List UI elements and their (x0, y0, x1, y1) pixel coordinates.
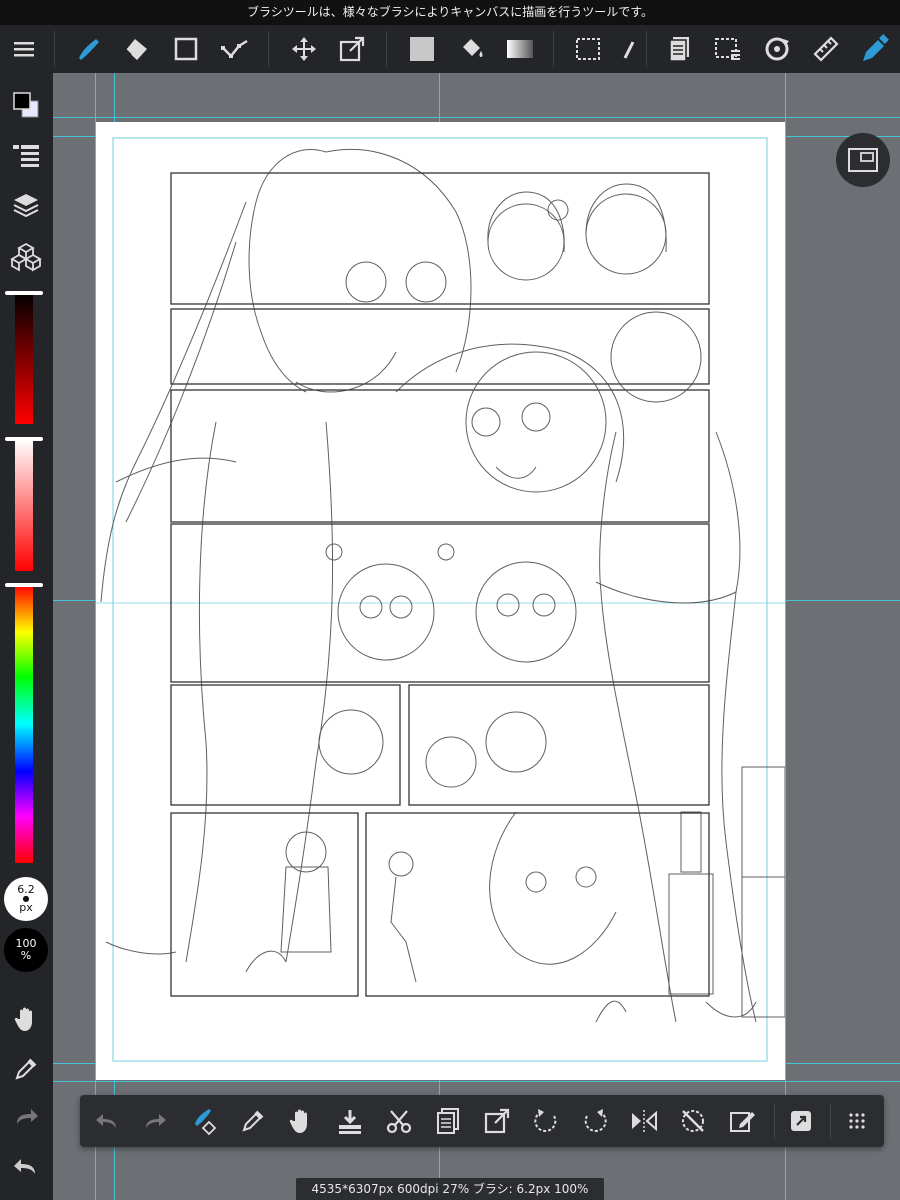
tool-hint-bar: ブラシツールは、様々なブラシによりキャンバスに描画を行うツールです。 (0, 0, 900, 25)
brush-icon[interactable] (68, 29, 108, 69)
hand-icon[interactable] (281, 1101, 321, 1141)
layers-icon[interactable] (6, 186, 46, 226)
undo-icon[interactable] (87, 1101, 127, 1141)
canvas-paper[interactable] (96, 122, 786, 1080)
gradient-icon[interactable] (500, 29, 540, 69)
flip-icon[interactable] (624, 1101, 664, 1141)
hue-slider-handle[interactable] (5, 583, 43, 587)
eyedropper-icon[interactable] (233, 1101, 273, 1141)
layer-list-icon[interactable] (6, 136, 46, 176)
brush-clear-icon[interactable] (184, 1101, 224, 1141)
redo-icon[interactable] (6, 1097, 46, 1137)
value-slider-handle[interactable] (5, 291, 43, 295)
material-icon[interactable] (6, 237, 46, 277)
color-icon[interactable] (6, 85, 46, 125)
brush-opacity-indicator[interactable]: 100 % (4, 928, 48, 972)
undo-icon[interactable] (6, 1147, 46, 1187)
value-slider[interactable] (15, 292, 33, 424)
select-layer-icon[interactable] (708, 29, 748, 69)
export-icon[interactable] (477, 1101, 517, 1141)
move-icon[interactable] (284, 29, 324, 69)
transform-icon[interactable] (722, 1101, 762, 1141)
ruler-icon[interactable] (806, 29, 846, 69)
selection-pen-icon[interactable] (616, 29, 640, 69)
hue-slider[interactable] (15, 585, 33, 863)
brush-size-unit: px (19, 901, 33, 914)
transform-icon[interactable] (332, 29, 372, 69)
eyedropper-icon[interactable] (6, 1049, 46, 1089)
bottom-toolbar (80, 1095, 884, 1147)
import-icon[interactable] (330, 1101, 370, 1141)
left-sidebar: 6.2 ● px 100 % (0, 73, 53, 1200)
quick-access-icon[interactable] (781, 1101, 821, 1141)
bucket-icon[interactable] (451, 29, 491, 69)
cut-icon[interactable] (379, 1101, 419, 1141)
canvas-status-bar: 4535*6307px 600dpi 27% ブラシ: 6.2px 100% (296, 1178, 604, 1200)
saturation-slider-handle[interactable] (5, 437, 43, 441)
brush-opacity-unit: % (20, 949, 32, 962)
rotate-left-icon[interactable] (526, 1101, 566, 1141)
rectangle-icon[interactable] (166, 29, 206, 69)
canvas-status-text: 4535*6307px 600dpi 27% ブラシ: 6.2px 100% (311, 1182, 589, 1196)
active-brush-icon[interactable] (855, 29, 895, 69)
rotate-icon[interactable] (757, 29, 797, 69)
navigator-icon (848, 148, 878, 172)
selection-icon[interactable] (568, 29, 608, 69)
brush-size-indicator[interactable]: 6.2 ● px (4, 877, 48, 921)
saturation-slider[interactable] (15, 439, 33, 571)
panel-icon[interactable] (660, 29, 700, 69)
hand-icon[interactable] (6, 999, 46, 1039)
paste-icon[interactable] (428, 1101, 468, 1141)
navigator-button[interactable] (836, 133, 890, 187)
redo-icon[interactable] (135, 1101, 175, 1141)
grid-icon[interactable] (837, 1101, 877, 1141)
lasso-line-icon[interactable] (215, 29, 255, 69)
reset-rotation-icon[interactable] (673, 1101, 713, 1141)
fill-color-icon[interactable] (402, 29, 442, 69)
main-toolbar (0, 25, 900, 73)
rotate-right-icon[interactable] (575, 1101, 615, 1141)
eraser-icon[interactable] (117, 29, 157, 69)
tool-hint-text: ブラシツールは、様々なブラシによりキャンバスに描画を行うツールです。 (246, 5, 654, 19)
sketch-artwork (96, 137, 786, 1062)
menu-icon[interactable] (5, 29, 45, 69)
